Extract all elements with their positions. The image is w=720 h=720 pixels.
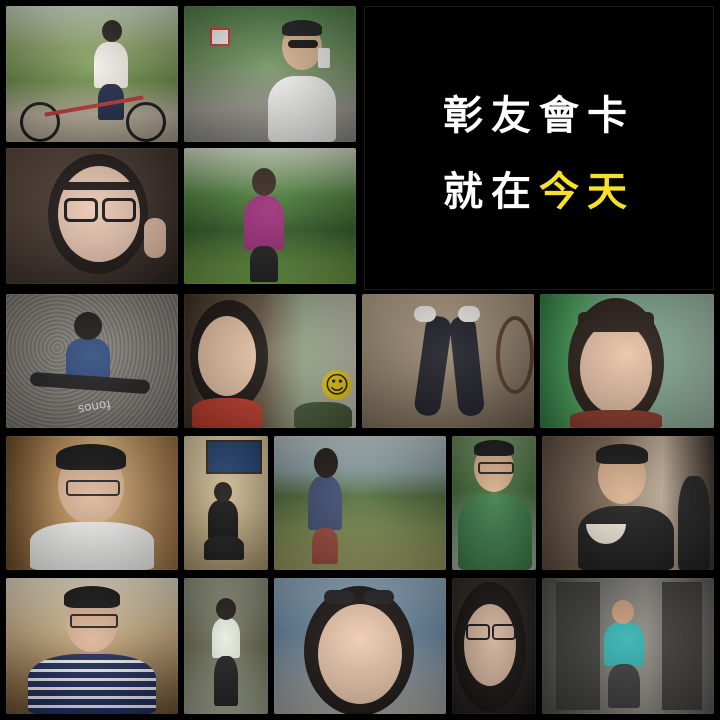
photo-girl-sitting-on-steps: [184, 436, 268, 570]
photo-boy-striped-shirt-peace-sign: [6, 578, 178, 714]
title-line-2: 就在今天: [365, 159, 713, 217]
photo-girl-sitting-on-gravel: fonos: [6, 294, 178, 428]
photo-girl-glasses-closeup: [6, 148, 178, 284]
photo-boy-green-polo: [452, 436, 536, 570]
title-line-2-highlight: 今天: [539, 169, 635, 215]
photo-boy-with-phone-sunglasses: [184, 6, 356, 142]
photo-girl-sunglasses-on-head-beach: [274, 578, 446, 714]
title-line-1-text: 彰友會卡: [443, 93, 635, 139]
photo-girl-smiling-with-smiley-friend: ☺: [184, 294, 356, 428]
title-line-2-prefix: 就在: [443, 169, 539, 215]
photo-boy-by-stone-pillar: [542, 578, 714, 714]
photo-girl-smiling-by-fence: [540, 294, 714, 428]
photo-feet-in-socks: [362, 294, 534, 428]
photo-girl-walking-grass-sea: [274, 436, 446, 570]
photo-girl-purple-hoodie-park: [184, 148, 356, 284]
photo-girl-on-rocky-path: [184, 578, 268, 714]
photo-boy-eating-from-bowl: [542, 436, 714, 570]
photo-boy-glasses-white-shirt: [6, 436, 178, 570]
title-panel: 彰友會卡 就在今天: [364, 6, 714, 290]
photo-girl-on-bicycle: [6, 6, 178, 142]
title-line-1: 彰友會卡: [365, 83, 713, 141]
photo-girl-glasses-dark-portrait: [452, 578, 536, 714]
